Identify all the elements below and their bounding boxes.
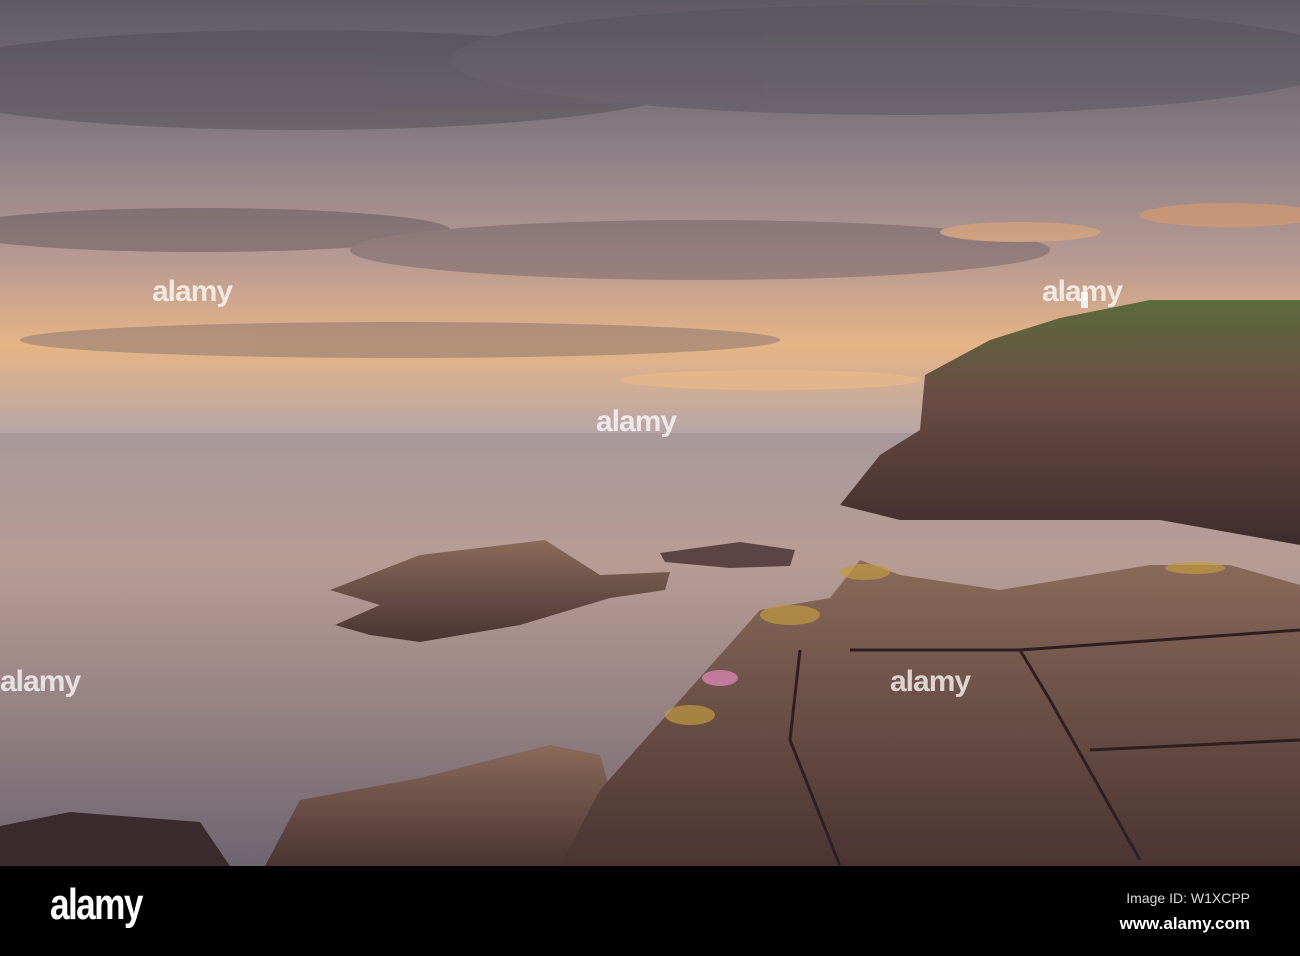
website-link[interactable]: www.alamy.com [1120, 914, 1250, 934]
watermark: alamy [152, 275, 233, 308]
watermark: alamy [596, 405, 677, 438]
footer-bar: alamy Image ID: W1XCPP www.alamy.com [0, 866, 1300, 956]
watermark: alamy [890, 665, 971, 698]
sea-thrift-flowers [702, 670, 738, 686]
alamy-logo[interactable]: alamy [50, 880, 143, 930]
image-id: Image ID: W1XCPP [1126, 890, 1250, 906]
stock-photo-page: alamy alamy alamy alamy alamy alamy Imag… [0, 0, 1300, 956]
watermark: alamy [1042, 275, 1123, 308]
watermark: alamy [0, 665, 81, 698]
